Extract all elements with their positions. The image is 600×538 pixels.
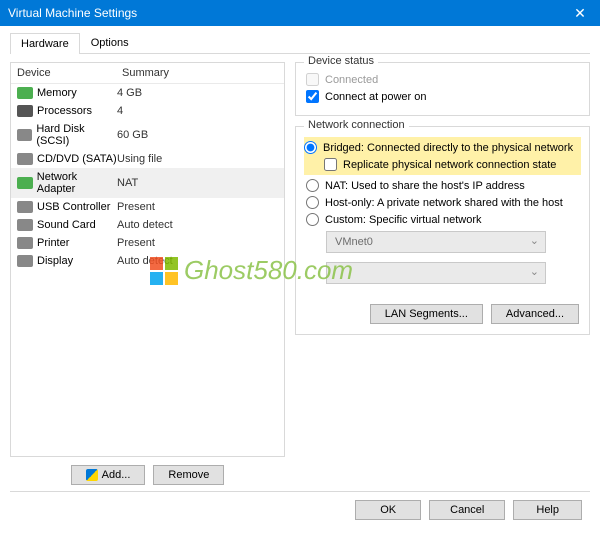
secondary-dropdown xyxy=(326,262,546,284)
lan-segments-button[interactable]: LAN Segments... xyxy=(370,304,483,324)
custom-radio[interactable]: Custom: Specific virtual network xyxy=(306,211,579,228)
custom-vmnet-dropdown: VMnet0 xyxy=(326,231,546,253)
nat-radio[interactable]: NAT: Used to share the host's IP address xyxy=(306,177,579,194)
device-list: Device Summary Memory4 GBProcessors4Hard… xyxy=(10,62,285,457)
network-legend: Network connection xyxy=(304,119,409,131)
device-list-header: Device Summary xyxy=(11,63,284,84)
hostonly-input[interactable] xyxy=(306,196,319,209)
host-only-radio[interactable]: Host-only: A private network shared with… xyxy=(306,194,579,211)
device-icon xyxy=(17,177,33,189)
shield-icon xyxy=(86,469,98,481)
device-row-printer[interactable]: PrinterPresent xyxy=(11,234,284,252)
device-row-hard-disk-scsi-[interactable]: Hard Disk (SCSI)60 GB xyxy=(11,120,284,150)
connect-power-on-input[interactable] xyxy=(306,90,319,103)
col-device: Device xyxy=(17,67,122,79)
device-status-group: Device status Connected Connect at power… xyxy=(295,62,590,116)
close-icon[interactable]: ✕ xyxy=(560,0,600,26)
device-row-network-adapter[interactable]: Network AdapterNAT xyxy=(11,168,284,198)
device-row-sound-card[interactable]: Sound CardAuto detect xyxy=(11,216,284,234)
device-icon xyxy=(17,87,33,99)
device-icon xyxy=(17,219,33,231)
connected-input xyxy=(306,73,319,86)
add-button[interactable]: Add... xyxy=(71,465,146,485)
ok-button[interactable]: OK xyxy=(355,500,421,520)
cancel-button[interactable]: Cancel xyxy=(429,500,505,520)
tab-hardware[interactable]: Hardware xyxy=(10,33,80,54)
device-row-display[interactable]: DisplayAuto detect xyxy=(11,252,284,270)
bridged-input[interactable] xyxy=(304,141,317,154)
connected-checkbox[interactable]: Connected xyxy=(306,71,579,88)
device-icon xyxy=(17,255,33,267)
title-bar: Virtual Machine Settings ✕ xyxy=(0,0,600,26)
bridged-radio[interactable]: Bridged: Connected directly to the physi… xyxy=(304,139,581,156)
custom-input[interactable] xyxy=(306,213,319,226)
device-row-usb-controller[interactable]: USB ControllerPresent xyxy=(11,198,284,216)
remove-button[interactable]: Remove xyxy=(153,465,224,485)
device-icon xyxy=(17,129,32,141)
col-summary: Summary xyxy=(122,67,278,79)
connect-at-power-on-checkbox[interactable]: Connect at power on xyxy=(306,88,579,105)
device-row-processors[interactable]: Processors4 xyxy=(11,102,284,120)
device-row-cd-dvd-sata-[interactable]: CD/DVD (SATA)Using file xyxy=(11,150,284,168)
window-title: Virtual Machine Settings xyxy=(8,6,137,20)
advanced-button[interactable]: Advanced... xyxy=(491,304,579,324)
tab-strip: Hardware Options xyxy=(10,32,590,54)
replicate-checkbox[interactable]: Replicate physical network connection st… xyxy=(324,156,581,173)
network-connection-group: Network connection Bridged: Connected di… xyxy=(295,126,590,335)
device-status-legend: Device status xyxy=(304,55,378,67)
dialog-footer: OK Cancel Help xyxy=(10,491,590,528)
help-button[interactable]: Help xyxy=(513,500,582,520)
device-icon xyxy=(17,153,33,165)
device-icon xyxy=(17,201,33,213)
replicate-input[interactable] xyxy=(324,158,337,171)
device-icon xyxy=(17,237,33,249)
device-icon xyxy=(17,105,33,117)
nat-input[interactable] xyxy=(306,179,319,192)
device-row-memory[interactable]: Memory4 GB xyxy=(11,84,284,102)
tab-options[interactable]: Options xyxy=(80,32,140,53)
